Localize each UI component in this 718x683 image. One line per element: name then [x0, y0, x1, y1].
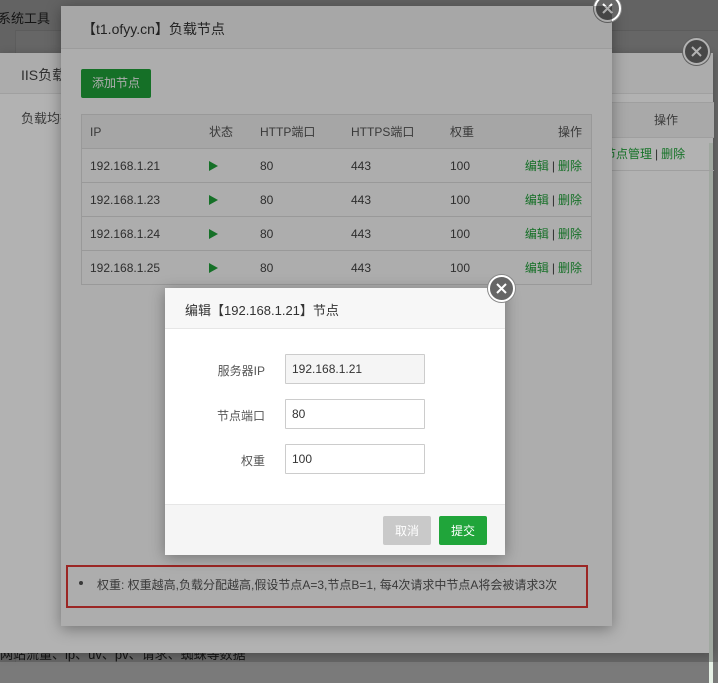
dialog-title: 编辑【192.168.1.21】节点 [185, 303, 339, 318]
cancel-button[interactable]: 取消 [383, 516, 431, 545]
dialog-footer: 取消 提交 [165, 504, 505, 555]
dialog-header: 编辑【192.168.1.21】节点 [165, 288, 505, 329]
node-port-input[interactable] [285, 399, 425, 429]
edit-node-dialog: 编辑【192.168.1.21】节点 服务器IP 节点端口 权重 取消 提交 [165, 275, 515, 555]
submit-button[interactable]: 提交 [439, 516, 487, 545]
server-ip-input[interactable] [285, 354, 425, 384]
weight-label: 权重 [240, 454, 265, 468]
weight-input[interactable] [285, 444, 425, 474]
server-ip-label: 服务器IP [217, 364, 265, 378]
node-port-label: 节点端口 [216, 409, 265, 423]
close-dialog-button[interactable] [488, 275, 515, 302]
close-icon [496, 283, 507, 294]
